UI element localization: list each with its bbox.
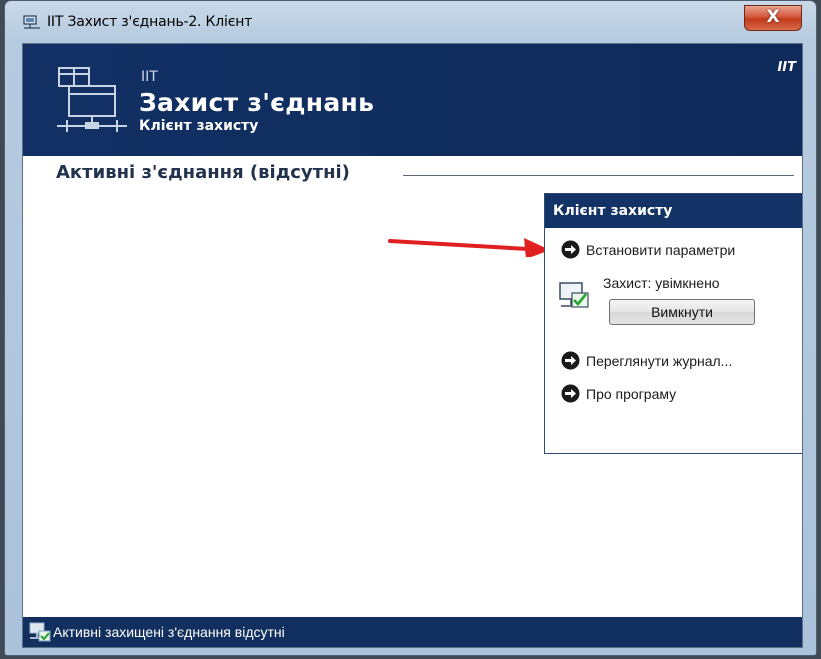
app-header: ІІТ Захист з'єднань Клієнт захисту ІІТ <box>23 44 802 156</box>
view-log-link[interactable]: Переглянути журнал... <box>561 351 732 370</box>
about-link[interactable]: Про програму <box>561 384 676 403</box>
disable-protection-button[interactable]: Вимкнути <box>609 299 755 325</box>
status-bar-text: Активні захищені з'єднання відсутні <box>53 624 285 640</box>
section-divider <box>403 175 794 176</box>
set-parameters-link[interactable]: Встановити параметри <box>561 240 735 259</box>
set-parameters-label[interactable]: Встановити параметри <box>586 242 735 258</box>
arrow-circle-icon <box>561 384 580 403</box>
app-window: ІІТ Захист з'єднань-2. Клієнт X ІІТ Захи… <box>4 0 817 656</box>
about-label[interactable]: Про програму <box>586 386 676 402</box>
network-status-icon <box>29 622 51 642</box>
status-bar: Активні захищені з'єднання відсутні <box>23 617 802 647</box>
window-title: ІІТ Захист з'єднань-2. Клієнт <box>47 14 253 30</box>
brand-title: Захист з'єднань <box>139 88 375 117</box>
title-bar[interactable]: ІІТ Захист з'єднань-2. Клієнт X <box>5 1 816 43</box>
brand-subtitle: Клієнт захисту <box>139 118 259 134</box>
client-tasks-panel: Клієнт захисту Встановити параметри Захи… <box>544 193 802 454</box>
view-log-label[interactable]: Переглянути журнал... <box>586 353 732 369</box>
close-button[interactable]: X <box>744 5 802 31</box>
brand-small-label: ІІТ <box>141 69 158 85</box>
arrow-circle-icon <box>561 351 580 370</box>
monitor-check-icon <box>559 282 589 308</box>
network-computers-icon <box>57 67 127 132</box>
arrow-circle-icon <box>561 240 580 259</box>
client-area: ІІТ Захист з'єднань Клієнт захисту ІІТ А… <box>22 43 803 648</box>
panel-title: Клієнт захисту <box>545 194 802 228</box>
active-connections-title: Активні з'єднання (відсутні) <box>56 162 350 183</box>
app-icon <box>23 15 40 29</box>
red-arrow-icon <box>388 238 550 257</box>
protection-status-label: Захист: увімкнено <box>603 275 720 291</box>
brand-corner-label: ІІТ <box>777 60 796 75</box>
